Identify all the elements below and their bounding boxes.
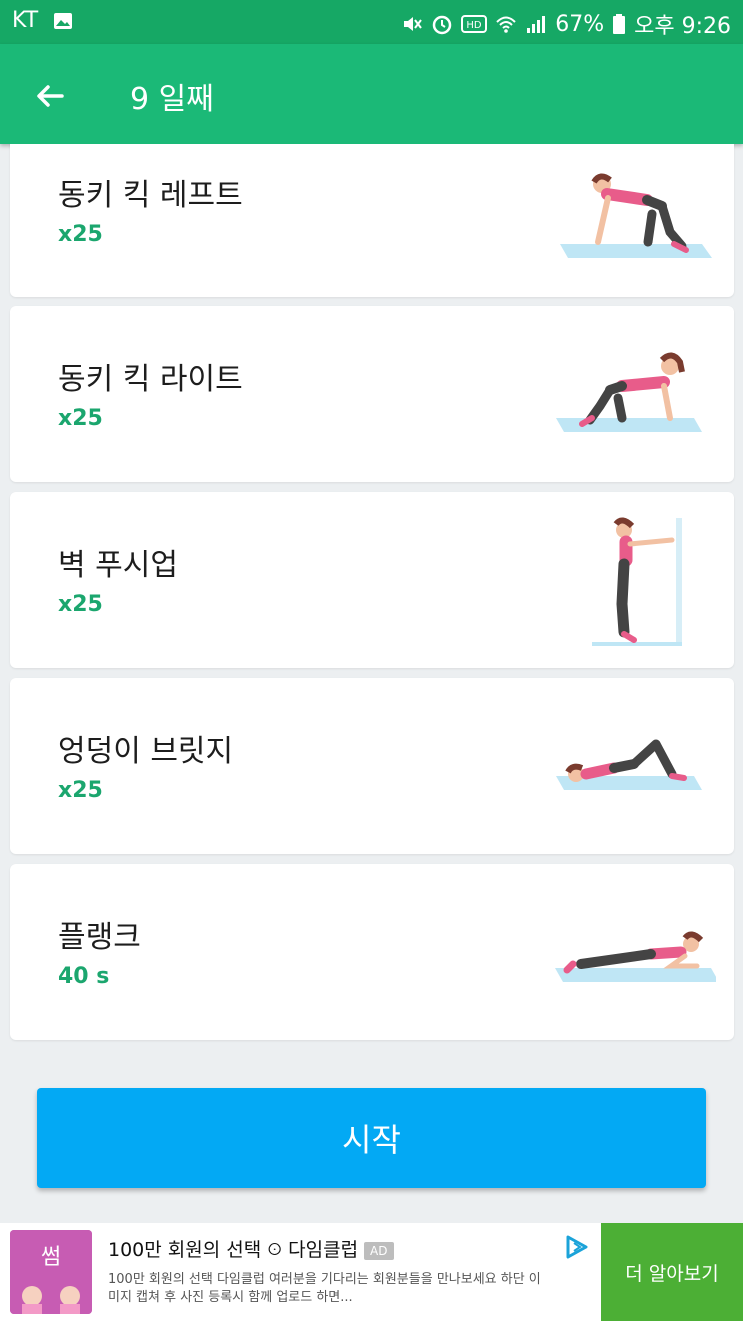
exercise-name: 동키 킥 레프트: [58, 178, 243, 213]
ad-title[interactable]: 100만 회원의 선택 ꖴ 다임클럽 AD: [108, 1235, 394, 1262]
donkey-kick-left-illustration: [560, 173, 712, 258]
exercise-card-donkey-kick-left[interactable]: 동키 킥 레프트 x25: [10, 144, 734, 297]
app-bar: 9 일째: [0, 44, 743, 144]
ad-description[interactable]: 100만 회원의 선택 다임클럽 여러분을 기다리는 회원분들을 만나보세요 하…: [108, 1271, 548, 1307]
exercise-name: 동키 킥 라이트: [58, 362, 243, 397]
wifi-icon: [496, 16, 516, 33]
start-button[interactable]: 시작: [37, 1088, 706, 1188]
exercise-reps: x25: [58, 592, 103, 617]
exercise-card-wall-pushup[interactable]: 벽 푸시업 x25: [10, 492, 734, 668]
svg-text:HD: HD: [467, 20, 483, 31]
glute-bridge-illustration: [556, 739, 702, 790]
exercise-reps: x25: [58, 778, 103, 803]
ad-choices-icon[interactable]: [562, 1233, 590, 1261]
ad-banner[interactable]: 썸 100만 회원의 선택 ꖴ 다임클럽 AD 100만 회원의 선택 다임클럽 …: [0, 1223, 743, 1321]
plank-illustration: [555, 931, 716, 982]
ad-title-text[interactable]: 100만 회원의 선택 ꖴ 다임클럽: [108, 1239, 358, 1261]
back-button[interactable]: [26, 72, 74, 120]
mute-icon: [404, 17, 423, 31]
status-bar: KT HD 67% 오후 9:26: [0, 0, 743, 44]
exercise-card-glute-bridge[interactable]: 엉덩이 브릿지 x25: [10, 678, 734, 854]
exercise-card-donkey-kick-right[interactable]: 동키 킥 라이트 x25: [10, 306, 734, 482]
hd-icon: HD: [461, 15, 488, 33]
ad-logo[interactable]: 썸: [10, 1230, 92, 1314]
exercise-name: 엉덩이 브릿지: [58, 734, 234, 769]
exercise-card-plank[interactable]: 플랭크 40 s: [10, 864, 734, 1040]
ad-badge: AD: [364, 1241, 394, 1260]
carrier-label: KT: [12, 8, 39, 33]
image-icon: [54, 12, 73, 29]
exercise-reps: x25: [58, 222, 103, 247]
signal-icon: [527, 16, 546, 33]
clock: 오후 9:26: [634, 14, 731, 39]
battery-icon: [613, 14, 626, 34]
page-title: 9 일째: [130, 82, 214, 117]
ad-logo-art: 썸: [10, 1230, 92, 1314]
ad-logo-text: 썸: [41, 1245, 61, 1270]
exercise-list[interactable]: 동키 킥 레프트 x25 동키 킥 라이트 x25 벽 푸시업 x25 엉덩이 …: [0, 144, 743, 1060]
arrow-left-icon: [37, 85, 64, 107]
exercise-name: 벽 푸시업: [58, 548, 178, 583]
wall-pushup-illustration: [592, 517, 682, 646]
alarm-icon: [432, 15, 452, 35]
battery-percent: 67%: [555, 11, 605, 37]
ad-cta-button[interactable]: 더 알아보기: [601, 1223, 743, 1321]
exercise-name: 플랭크: [58, 920, 141, 955]
donkey-kick-right-illustration: [556, 352, 702, 432]
exercise-reps: x25: [58, 406, 103, 431]
exercise-reps: 40 s: [58, 964, 110, 989]
